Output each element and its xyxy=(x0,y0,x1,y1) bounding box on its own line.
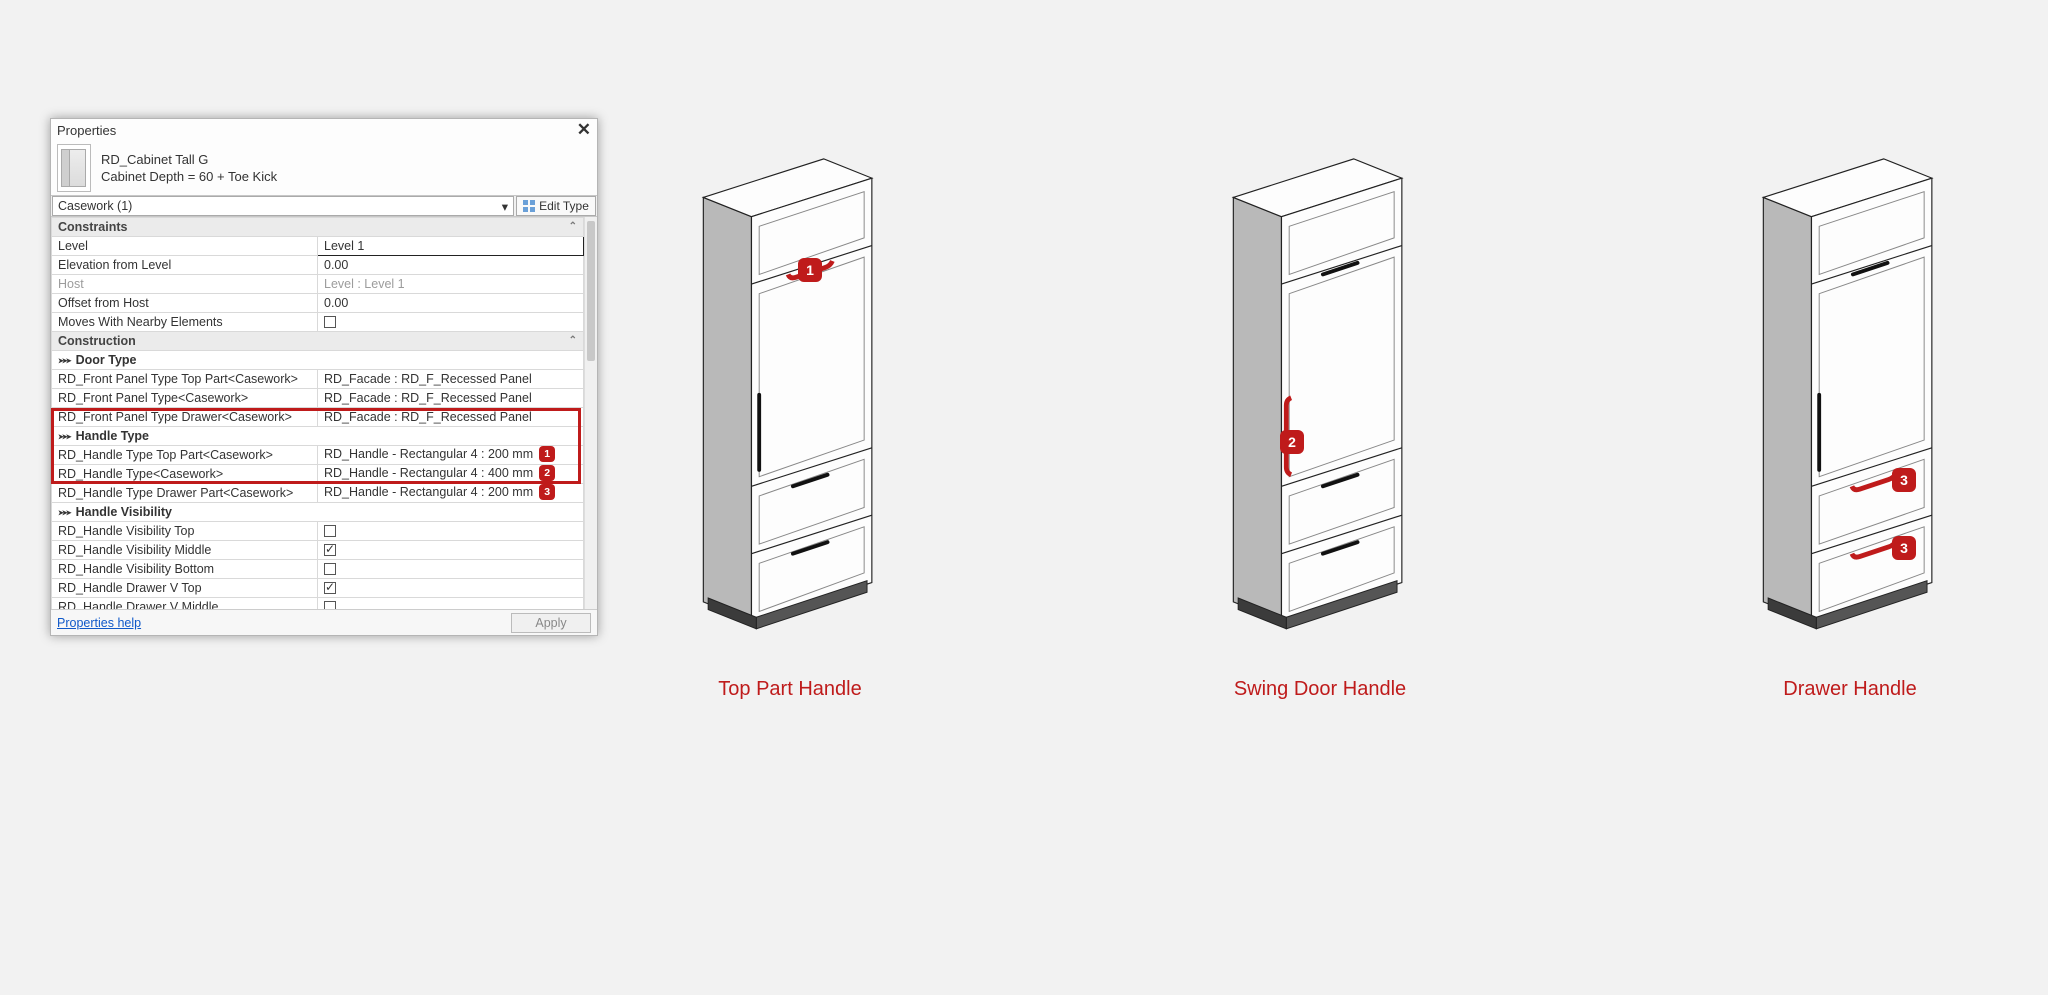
prop-label: RD_Handle Type Top Part<Casework> xyxy=(52,446,318,465)
checkbox[interactable] xyxy=(324,563,336,575)
prop-label: Level xyxy=(52,237,318,256)
chevron-down-icon: ▾ xyxy=(502,199,508,214)
type-selector[interactable]: RD_Cabinet Tall G Cabinet Depth = 60 + T… xyxy=(51,141,597,195)
edit-type-button[interactable]: Edit Type xyxy=(516,196,596,216)
callout-3a: 3 xyxy=(1892,468,1916,492)
subheader-handle-visibility: Handle Visibility xyxy=(52,503,584,522)
badge-2: 2 xyxy=(539,465,555,481)
prop-label: RD_Front Panel Type Top Part<Casework> xyxy=(52,370,318,389)
checkbox[interactable] xyxy=(324,544,336,556)
cabinet-illustration-2 xyxy=(1190,130,1450,650)
prop-value[interactable] xyxy=(318,541,584,560)
prop-label: RD_Handle Visibility Middle xyxy=(52,541,318,560)
prop-label: RD_Handle Visibility Bottom xyxy=(52,560,318,579)
properties-panel: Properties ✕ RD_Cabinet Tall G Cabinet D… xyxy=(50,118,598,636)
prop-value[interactable] xyxy=(318,313,584,332)
prop-value[interactable]: RD_Facade : RD_F_Recessed Panel xyxy=(318,408,584,427)
subheader-door-type: Door Type xyxy=(52,351,584,370)
prop-label: Host xyxy=(52,275,318,294)
checkbox[interactable] xyxy=(324,525,336,537)
prop-label: RD_Handle Drawer V Middle xyxy=(52,598,318,610)
prop-label: Moves With Nearby Elements xyxy=(52,313,318,332)
close-icon[interactable]: ✕ xyxy=(577,123,591,137)
apply-button[interactable]: Apply xyxy=(511,613,591,633)
callout-3b: 3 xyxy=(1892,536,1916,560)
edit-type-label: Edit Type xyxy=(539,199,589,213)
prop-value[interactable]: RD_Handle - Rectangular 4 : 200 mm3 xyxy=(318,484,584,503)
prop-label: RD_Handle Type Drawer Part<Casework> xyxy=(52,484,318,503)
edit-type-icon xyxy=(523,200,535,212)
caption-top-part-handle: Top Part Handle xyxy=(718,678,861,701)
property-grid: Constraints⌃ LevelLevel 1 Elevation from… xyxy=(51,217,597,609)
prop-label: RD_Handle Visibility Top xyxy=(52,522,318,541)
prop-value[interactable] xyxy=(318,560,584,579)
prop-value[interactable] xyxy=(318,598,584,610)
callout-1: 1 xyxy=(798,258,822,282)
prop-label: RD_Front Panel Type Drawer<Casework> xyxy=(52,408,318,427)
checkbox[interactable] xyxy=(324,582,336,594)
cabinet-illustration-1 xyxy=(660,130,920,650)
prop-label: Elevation from Level xyxy=(52,256,318,275)
scrollbar[interactable] xyxy=(584,217,597,609)
badge-1: 1 xyxy=(539,446,555,462)
caption-drawer-handle: Drawer Handle xyxy=(1783,678,1916,701)
properties-help-link[interactable]: Properties help xyxy=(57,616,141,630)
scrollbar-thumb[interactable] xyxy=(587,221,595,361)
prop-value[interactable] xyxy=(318,579,584,598)
badge-3: 3 xyxy=(539,484,555,500)
prop-value[interactable] xyxy=(318,522,584,541)
group-construction[interactable]: Construction⌃ xyxy=(52,332,584,351)
checkbox[interactable] xyxy=(324,601,336,610)
type-name: Cabinet Depth = 60 + Toe Kick xyxy=(101,168,277,185)
prop-value[interactable]: RD_Handle - Rectangular 4 : 200 mm1 xyxy=(318,446,584,465)
prop-label: RD_Front Panel Type<Casework> xyxy=(52,389,318,408)
caption-swing-door-handle: Swing Door Handle xyxy=(1234,678,1406,701)
prop-label: RD_Handle Drawer V Top xyxy=(52,579,318,598)
checkbox[interactable] xyxy=(324,316,336,328)
prop-value[interactable]: RD_Handle - Rectangular 4 : 400 mm2 xyxy=(318,465,584,484)
prop-value[interactable]: 0.00 xyxy=(318,256,584,275)
prop-label: Offset from Host xyxy=(52,294,318,313)
prop-value[interactable]: 0.00 xyxy=(318,294,584,313)
group-constraints[interactable]: Constraints⌃ xyxy=(52,218,584,237)
prop-value: Level : Level 1 xyxy=(318,275,584,294)
prop-value[interactable]: RD_Facade : RD_F_Recessed Panel xyxy=(318,370,584,389)
prop-value[interactable]: Level 1 xyxy=(318,237,584,256)
instance-filter-label: Casework (1) xyxy=(58,199,132,213)
type-thumbnail-icon xyxy=(57,144,91,192)
callout-2: 2 xyxy=(1280,430,1304,454)
family-name: RD_Cabinet Tall G xyxy=(101,151,277,168)
instance-filter-dropdown[interactable]: Casework (1) ▾ xyxy=(52,196,514,216)
panel-title: Properties xyxy=(57,123,116,138)
prop-value[interactable]: RD_Facade : RD_F_Recessed Panel xyxy=(318,389,584,408)
cabinet-illustration-3 xyxy=(1720,130,1980,650)
prop-label: RD_Handle Type<Casework> xyxy=(52,465,318,484)
subheader-handle-type: Handle Type xyxy=(52,427,584,446)
